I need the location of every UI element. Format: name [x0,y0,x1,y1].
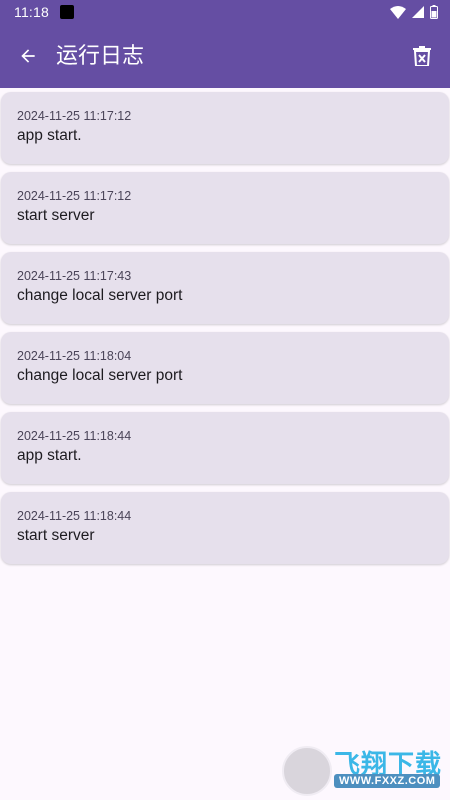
log-item: 2024-11-25 11:17:12 app start. [1,92,449,164]
log-message: change local server port [17,287,183,304]
arrow-back-icon [21,49,35,63]
back-button[interactable] [8,36,48,76]
log-item: 2024-11-25 11:17:43 change local server … [1,252,449,324]
log-item: 2024-11-25 11:18:04 change local server … [1,332,449,404]
log-message: app start. [17,447,82,464]
log-timestamp: 2024-11-25 11:18:44 [17,509,132,523]
wifi-icon [390,5,406,19]
log-timestamp: 2024-11-25 11:18:04 [17,349,132,363]
log-message: change local server port [17,367,183,384]
log-item: 2024-11-25 11:18:44 start server [1,492,449,564]
app-bar: 运行日志 [0,24,450,88]
battery-icon [430,5,438,19]
delete-icon [413,46,431,66]
signal-icon [412,6,424,18]
status-time: 11:18 [14,4,49,20]
page-title: 运行日志 [56,43,145,68]
status-icons [390,5,438,19]
log-timestamp: 2024-11-25 11:18:44 [17,429,132,443]
log-message: app start. [17,127,82,144]
notification-icon [60,5,74,19]
watermark: 飞翔下载 WWW.FXXZ.COM [282,742,442,796]
log-item: 2024-11-25 11:17:12 start server [1,172,449,244]
log-message: start server [17,207,95,224]
clear-logs-button[interactable] [402,36,442,76]
watermark-logo-icon [282,746,332,796]
status-bar: 11:18 [0,0,450,24]
log-list: 2024-11-25 11:17:12 app start. 2024-11-2… [0,92,450,572]
log-message: start server [17,527,95,544]
log-timestamp: 2024-11-25 11:17:43 [17,269,132,283]
log-timestamp: 2024-11-25 11:17:12 [17,189,132,203]
log-item: 2024-11-25 11:18:44 app start. [1,412,449,484]
log-timestamp: 2024-11-25 11:17:12 [17,109,132,123]
watermark-domain: WWW.FXXZ.COM [334,774,441,788]
